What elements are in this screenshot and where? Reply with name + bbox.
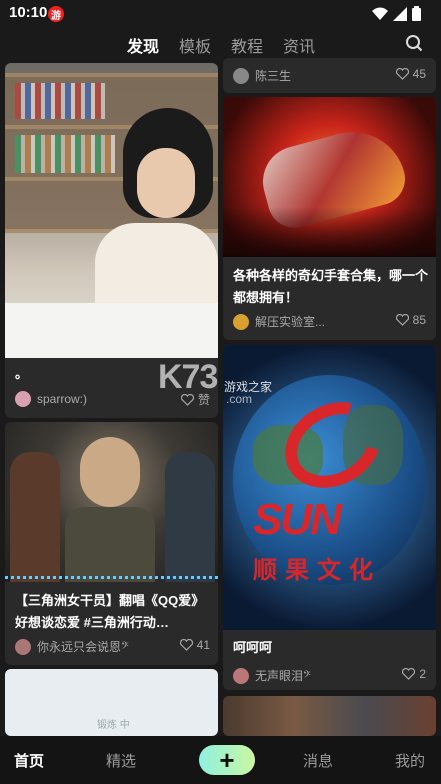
- feed-card[interactable]: 锻炼 中: [5, 669, 218, 736]
- tab-tutorials[interactable]: 教程: [231, 33, 263, 57]
- heart-icon: [179, 639, 193, 651]
- card-author: 陈三生: [233, 67, 291, 84]
- create-button[interactable]: +: [199, 745, 255, 775]
- card-author: 你永远只会说恩𝄢: [15, 638, 129, 655]
- like-count: 2: [419, 667, 426, 681]
- heart-icon: [395, 314, 409, 326]
- avatar: [15, 391, 31, 407]
- like-count: 45: [412, 67, 426, 81]
- card-author: sparrow:): [15, 391, 87, 407]
- feed-card[interactable]: [223, 696, 436, 736]
- card-cover-image: [223, 97, 436, 257]
- like-button[interactable]: 41: [179, 638, 210, 652]
- like-count: 41: [196, 638, 210, 652]
- wifi-icon: [372, 7, 388, 20]
- card-cover-image: [5, 422, 218, 582]
- like-button[interactable]: 45: [395, 67, 426, 81]
- search-icon[interactable]: [405, 34, 423, 52]
- system-icons: [372, 6, 421, 21]
- author-name: 解压实验室...: [255, 315, 326, 329]
- watermark-domain: .com: [226, 392, 253, 406]
- feed-card[interactable]: 【三角洲女干员】翻唱《QQ爱》好想谈恋爱 #三角洲行动… 你永远只会说恩𝄢 41: [5, 422, 218, 665]
- author-name: sparrow:): [37, 392, 88, 406]
- logo-subtext: 顺果文化: [253, 557, 381, 584]
- status-time: 10:10: [9, 4, 48, 21]
- tab-templates[interactable]: 模板: [179, 33, 211, 57]
- card-author: 无声眼泪𝄢: [233, 667, 311, 684]
- card-image-text: 锻炼 中: [97, 720, 130, 731]
- like-count: 85: [412, 313, 426, 327]
- notification-badge: 游: [48, 6, 64, 22]
- nav-home[interactable]: 首页: [14, 750, 44, 771]
- tab-news[interactable]: 资讯: [283, 33, 315, 57]
- author-name: 无声眼泪𝄢: [255, 669, 311, 683]
- nav-profile[interactable]: 我的: [395, 750, 425, 771]
- status-bar: 10:10 游: [0, 0, 441, 26]
- plus-icon: +: [219, 744, 235, 775]
- heart-icon: [402, 668, 416, 680]
- card-cover-image: [5, 63, 218, 358]
- signal-icon: [393, 6, 407, 21]
- card-title: 呵呵呵: [233, 640, 273, 655]
- nav-messages[interactable]: 消息: [303, 750, 333, 771]
- feed-card[interactable]: SUN 顺果文化 呵呵呵 无声眼泪𝄢 2: [223, 345, 436, 690]
- card-author: 解压实验室...: [233, 313, 325, 330]
- feed-card[interactable]: 各种各样的奇幻手套合集，哪一个都想拥有！ 解压实验室... 85: [223, 97, 436, 340]
- avatar: [233, 667, 249, 684]
- avatar: [233, 313, 249, 330]
- author-name: 陈三生: [255, 69, 292, 83]
- nav-featured[interactable]: 精选: [106, 750, 136, 771]
- feed-card[interactable]: 陈三生 45: [223, 58, 436, 93]
- heart-icon: [395, 68, 409, 80]
- like-button[interactable]: 2: [402, 667, 426, 681]
- tab-discover[interactable]: 发现: [127, 33, 159, 57]
- logo-text: SUN: [253, 495, 342, 544]
- watermark-brand: K73: [158, 358, 218, 396]
- top-tab-bar: 发现 模板 教程 资讯: [0, 30, 441, 58]
- avatar: [15, 638, 31, 655]
- card-title: 各种各样的奇幻手套合集，哪一个都想拥有！: [233, 268, 429, 305]
- bottom-nav: 首页 精选 + 消息 我的: [0, 736, 441, 784]
- avatar: [233, 67, 249, 84]
- author-name: 你永远只会说恩𝄢: [37, 640, 129, 654]
- battery-icon: [412, 6, 421, 21]
- card-title: 。: [15, 366, 29, 381]
- card-title: 【三角洲女干员】翻唱《QQ爱》好想谈恋爱 #三角洲行动…: [15, 593, 205, 630]
- like-button[interactable]: 85: [395, 313, 426, 327]
